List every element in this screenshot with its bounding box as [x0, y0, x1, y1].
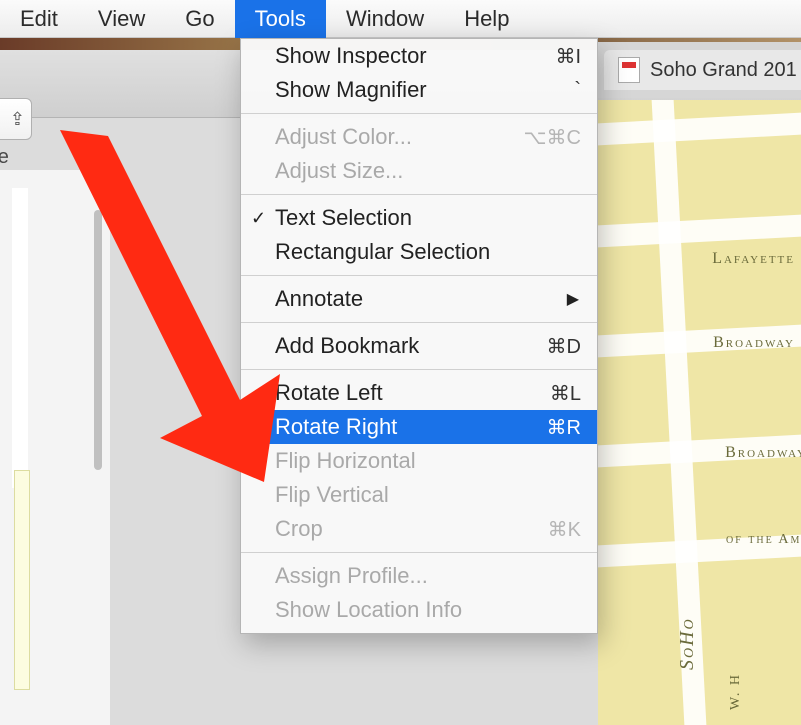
menuitem-annotate[interactable]: Annotate ▶ — [241, 282, 597, 316]
menu-window[interactable]: Window — [326, 0, 444, 38]
map-label-wh: W. H — [728, 673, 744, 710]
shortcut: ⌘K — [548, 517, 581, 542]
map-label-lafayette: Lafayette — [712, 250, 795, 268]
tab-title: Soho Grand 201 — [650, 59, 797, 82]
map-label-broadway-2: Broadway — [725, 444, 801, 462]
menuitem-assign-profile: Assign Profile... — [241, 559, 597, 593]
menu-view[interactable]: View — [78, 0, 165, 38]
shortcut: ⌥⌘C — [524, 125, 582, 150]
map-label-broadway: Broadway — [713, 334, 795, 352]
menu-help[interactable]: Help — [444, 0, 529, 38]
share-icon: ⇪ — [10, 109, 25, 130]
menuitem-rectangular-selection[interactable]: Rectangular Selection — [241, 235, 597, 269]
document-content-map: Lafayette Broadway Broadway of the Ameri… — [598, 100, 801, 725]
menuitem-adjust-size: Adjust Size... — [241, 154, 597, 188]
map-label-americas: of the Americas — [726, 532, 801, 548]
shortcut: ⌘L — [550, 381, 581, 406]
chevron-right-icon: ▶ — [567, 289, 579, 309]
menu-separator — [241, 552, 597, 553]
menubar: Edit View Go Tools Window Help — [0, 0, 801, 38]
check-icon: ✓ — [251, 208, 266, 229]
menu-separator — [241, 369, 597, 370]
menu-separator — [241, 275, 597, 276]
menuitem-show-magnifier[interactable]: Show Magnifier ` — [241, 73, 597, 107]
shortcut: ⌘R — [547, 415, 581, 440]
share-button[interactable]: ⇪ — [0, 98, 32, 140]
menuitem-add-bookmark[interactable]: Add Bookmark ⌘D — [241, 329, 597, 363]
shortcut: ⌘D — [547, 334, 581, 359]
menuitem-show-location-info: Show Location Info — [241, 593, 597, 627]
menu-tools[interactable]: Tools — [235, 0, 326, 38]
page-thumbnail[interactable] — [12, 188, 28, 488]
menuitem-rotate-right[interactable]: Rotate Right ⌘R — [241, 410, 597, 444]
document-tab[interactable]: Soho Grand 201 — [604, 50, 801, 90]
menuitem-flip-horizontal: Flip Horizontal — [241, 444, 597, 478]
menuitem-flip-vertical: Flip Vertical — [241, 478, 597, 512]
menu-edit[interactable]: Edit — [0, 0, 78, 38]
pdf-icon — [618, 57, 640, 83]
menuitem-crop: Crop ⌘K — [241, 512, 597, 546]
menu-separator — [241, 194, 597, 195]
thumbnail-sidebar — [0, 170, 110, 725]
menuitem-show-inspector[interactable]: Show Inspector ⌘I — [241, 39, 597, 73]
tools-dropdown: Show Inspector ⌘I Show Magnifier ` Adjus… — [240, 38, 598, 634]
map-label-soho: SoHo — [676, 617, 699, 670]
menuitem-rotate-left[interactable]: Rotate Left ⌘L — [241, 376, 597, 410]
page-thumbnail[interactable] — [14, 470, 30, 690]
menu-separator — [241, 322, 597, 323]
menu-go[interactable]: Go — [165, 0, 234, 38]
shortcut: ⌘I — [555, 44, 581, 69]
sidebar-scrollbar[interactable] — [94, 210, 102, 470]
menuitem-adjust-color: Adjust Color... ⌥⌘C — [241, 120, 597, 154]
shortcut: ` — [574, 79, 581, 102]
share-label: are — [0, 146, 9, 169]
tab-strip: Soho Grand 201 — [598, 42, 801, 98]
menu-separator — [241, 113, 597, 114]
menuitem-text-selection[interactable]: ✓ Text Selection — [241, 201, 597, 235]
